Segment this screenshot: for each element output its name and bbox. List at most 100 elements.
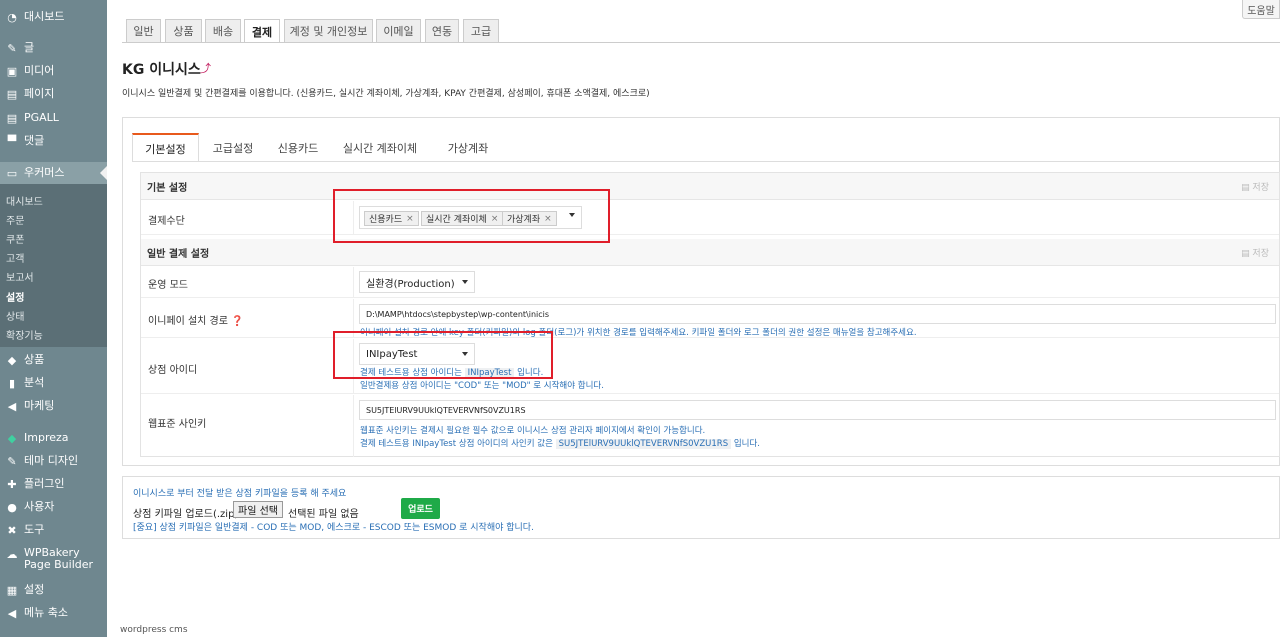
highlight-box-payment-methods: [333, 189, 610, 243]
sidebar-item-label: 대시보드: [24, 10, 65, 23]
page-title: KG 이니시스: [122, 62, 201, 78]
install-path-label-text: 이니페이 설치 경로: [148, 316, 228, 327]
help-button[interactable]: 도움말: [1242, 0, 1280, 19]
tab-accounts-privacy[interactable]: 계정 및 개인정보: [284, 19, 373, 42]
sidebar-item-users[interactable]: ● 사용자: [0, 496, 107, 518]
pin-icon: ✎: [7, 41, 17, 55]
sidebar-item-impreza[interactable]: ◆ Impreza: [0, 427, 107, 449]
main-content: 도움말 일반 상품 배송 결제 계정 및 개인정보 이메일 연동 고급 KG 이…: [107, 0, 1280, 637]
collapse-icon: ◀: [7, 606, 17, 620]
file-status: 선택된 파일 없음: [288, 509, 359, 520]
signkey-help-code: SU5JTElURV9UUklQTEVERVNfS0VZU1RS: [555, 439, 732, 449]
return-link-icon[interactable]: ⤴: [200, 60, 211, 76]
sidebar-item-pgall[interactable]: ▤ PGALL: [0, 107, 107, 129]
subtab-advanced[interactable]: 고급설정: [203, 133, 263, 162]
subtab-bank-transfer[interactable]: 실시간 계좌이체: [335, 133, 425, 162]
mode-label: 운영 모드: [148, 280, 188, 291]
box-icon: ◆: [7, 353, 17, 367]
subtab-virtual-account[interactable]: 가상계좌: [435, 133, 501, 162]
diamond-icon: ◆: [7, 431, 17, 445]
tab-payments[interactable]: 결제: [244, 19, 280, 43]
payment-methods-label: 결제수단: [148, 216, 185, 227]
sidebar-item-label: 댓글: [24, 134, 45, 147]
submenu-customers[interactable]: 고객: [6, 250, 24, 265]
section-heading-general: 일반 결제 설정 ▤ 저장: [141, 239, 1279, 266]
sidebar-item-tools[interactable]: ✖ 도구: [0, 519, 107, 541]
merchant-id-help-2: 일반결제용 상점 아이디는 "COD" 또는 "MOD" 로 시작해야 합니다.: [360, 381, 604, 391]
signkey-input[interactable]: SU5JTElURV9UUklQTEVERVNfS0VZU1RS: [359, 400, 1276, 420]
sidebar-item-plugins[interactable]: ✚ 플러그인: [0, 473, 107, 495]
sidebar-item-pages[interactable]: ▤ 페이지: [0, 83, 107, 105]
sidebar-item-label: 미디어: [24, 64, 55, 77]
sidebar-item-settings[interactable]: ▦ 설정: [0, 579, 107, 601]
question-icon[interactable]: ❓: [231, 316, 243, 327]
sidebar-item-label: 분석: [24, 376, 45, 389]
sidebar-item-analytics[interactable]: ▮ 분석: [0, 372, 107, 394]
sidebar-item-label: 마케팅: [24, 399, 55, 412]
install-path-input[interactable]: D:\MAMP\htdocs\stepbystep\wp-content\ini…: [359, 304, 1276, 324]
row-divider: [353, 267, 354, 297]
submenu-extensions[interactable]: 확장기능: [6, 327, 43, 342]
woo-icon: ▭: [6, 166, 18, 180]
section-heading-basic: 기본 설정 ▤ 저장: [141, 173, 1279, 200]
media-icon: ▣: [6, 64, 18, 78]
subtab-basic[interactable]: 기본설정: [132, 133, 199, 162]
upload-button[interactable]: 업로드: [401, 498, 440, 519]
sidebar-item-label: 사용자: [24, 500, 55, 513]
plugin-icon: ✚: [7, 477, 17, 491]
signkey-help-text: 결제 테스트용 INIpayTest 상점 아이디의 사인키 값은: [360, 439, 553, 449]
tab-advanced[interactable]: 고급: [463, 19, 499, 42]
merchant-id-label: 상점 아이디: [148, 365, 198, 376]
sidebar-item-comments[interactable]: ▀ 댓글: [0, 130, 107, 152]
merchant-id-row: 상점 아이디 INIpayTest 결제 테스트용 상점 아이디는 INIpay…: [141, 339, 1279, 394]
tab-integration[interactable]: 연동: [425, 19, 459, 42]
sidebar-collapse-menu[interactable]: ◀ 메뉴 축소: [0, 602, 107, 624]
sidebar-item-wpbakery[interactable]: ☁ WPBakery Page Builder: [0, 547, 107, 577]
mode-row: 운영 모드 실환경(Production): [141, 267, 1279, 298]
tab-products[interactable]: 상품: [165, 19, 202, 42]
submenu-settings[interactable]: 설정: [6, 289, 24, 304]
tab-shipping[interactable]: 배송: [205, 19, 241, 42]
upload-label: 상점 키파일 업로드(.zip) :: [133, 509, 245, 520]
signkey-row: 웹표준 사인키 SU5JTElURV9UUklQTEVERVNfS0VZU1RS…: [141, 395, 1279, 457]
sidebar-item-woocommerce[interactable]: ▭ 우커머스: [0, 162, 107, 184]
sidebar-item-marketing[interactable]: ◀ 마케팅: [0, 395, 107, 417]
submenu-reports[interactable]: 보고서: [6, 269, 34, 284]
chart-icon: ▮: [8, 376, 16, 390]
submenu-status[interactable]: 상태: [6, 308, 24, 323]
mode-select[interactable]: 실환경(Production): [359, 271, 475, 293]
submenu-dashboard[interactable]: 대시보드: [6, 193, 43, 208]
sidebar-item-media[interactable]: ▣ 미디어: [0, 60, 107, 82]
sidebar-item-label: 페이지: [24, 87, 55, 100]
save-link[interactable]: ▤ 저장: [1241, 246, 1269, 259]
subtab-credit-card[interactable]: 신용카드: [267, 133, 329, 162]
payment-methods-row: 결제수단 신용카드 × 실시간 계좌이체 × 가상계좌 ×: [141, 201, 1279, 235]
tab-general[interactable]: 일반: [126, 19, 161, 42]
sidebar-item-products[interactable]: ◆ 상품: [0, 349, 107, 371]
sidebar-item-label: 도구: [24, 523, 45, 536]
section-title: 기본 설정: [147, 182, 188, 194]
signkey-help-suffix: 입니다.: [733, 439, 760, 449]
signkey-help-1: 웹표준 사인키는 결제시 필요한 필수 값으로 이니시스 상점 관리자 페이지에…: [360, 426, 706, 436]
tab-email[interactable]: 이메일: [376, 19, 421, 42]
submenu-orders[interactable]: 주문: [6, 212, 24, 227]
tab-divider: [122, 42, 1280, 43]
sidebar-item-label: 설정: [24, 583, 45, 596]
settings-icon: ▦: [6, 583, 18, 597]
sidebar-item-posts[interactable]: ✎ 글: [0, 37, 107, 59]
choose-file-button[interactable]: 파일 선택: [233, 501, 283, 518]
submenu-coupons[interactable]: 쿠폰: [6, 231, 24, 246]
comment-icon: ▀: [7, 134, 17, 148]
chevron-down-icon: [462, 280, 468, 284]
dashboard-icon: ◔: [7, 10, 17, 24]
page-icon: ▤: [6, 87, 18, 101]
sidebar-item-label: PGALL: [24, 111, 59, 124]
mode-value: 실환경(Production): [366, 278, 455, 290]
sidebar-item-appearance[interactable]: ✎ 테마 디자인: [0, 450, 107, 472]
sidebar-item-label: WPBakery Page Builder: [24, 546, 94, 571]
sidebar-item-label: 우커머스: [24, 166, 65, 179]
save-link[interactable]: ▤ 저장: [1241, 180, 1269, 193]
cloud-icon: ☁: [6, 547, 18, 561]
sidebar-item-dashboard[interactable]: ◔ 대시보드: [0, 6, 107, 28]
subtab-divider: [132, 161, 1280, 162]
